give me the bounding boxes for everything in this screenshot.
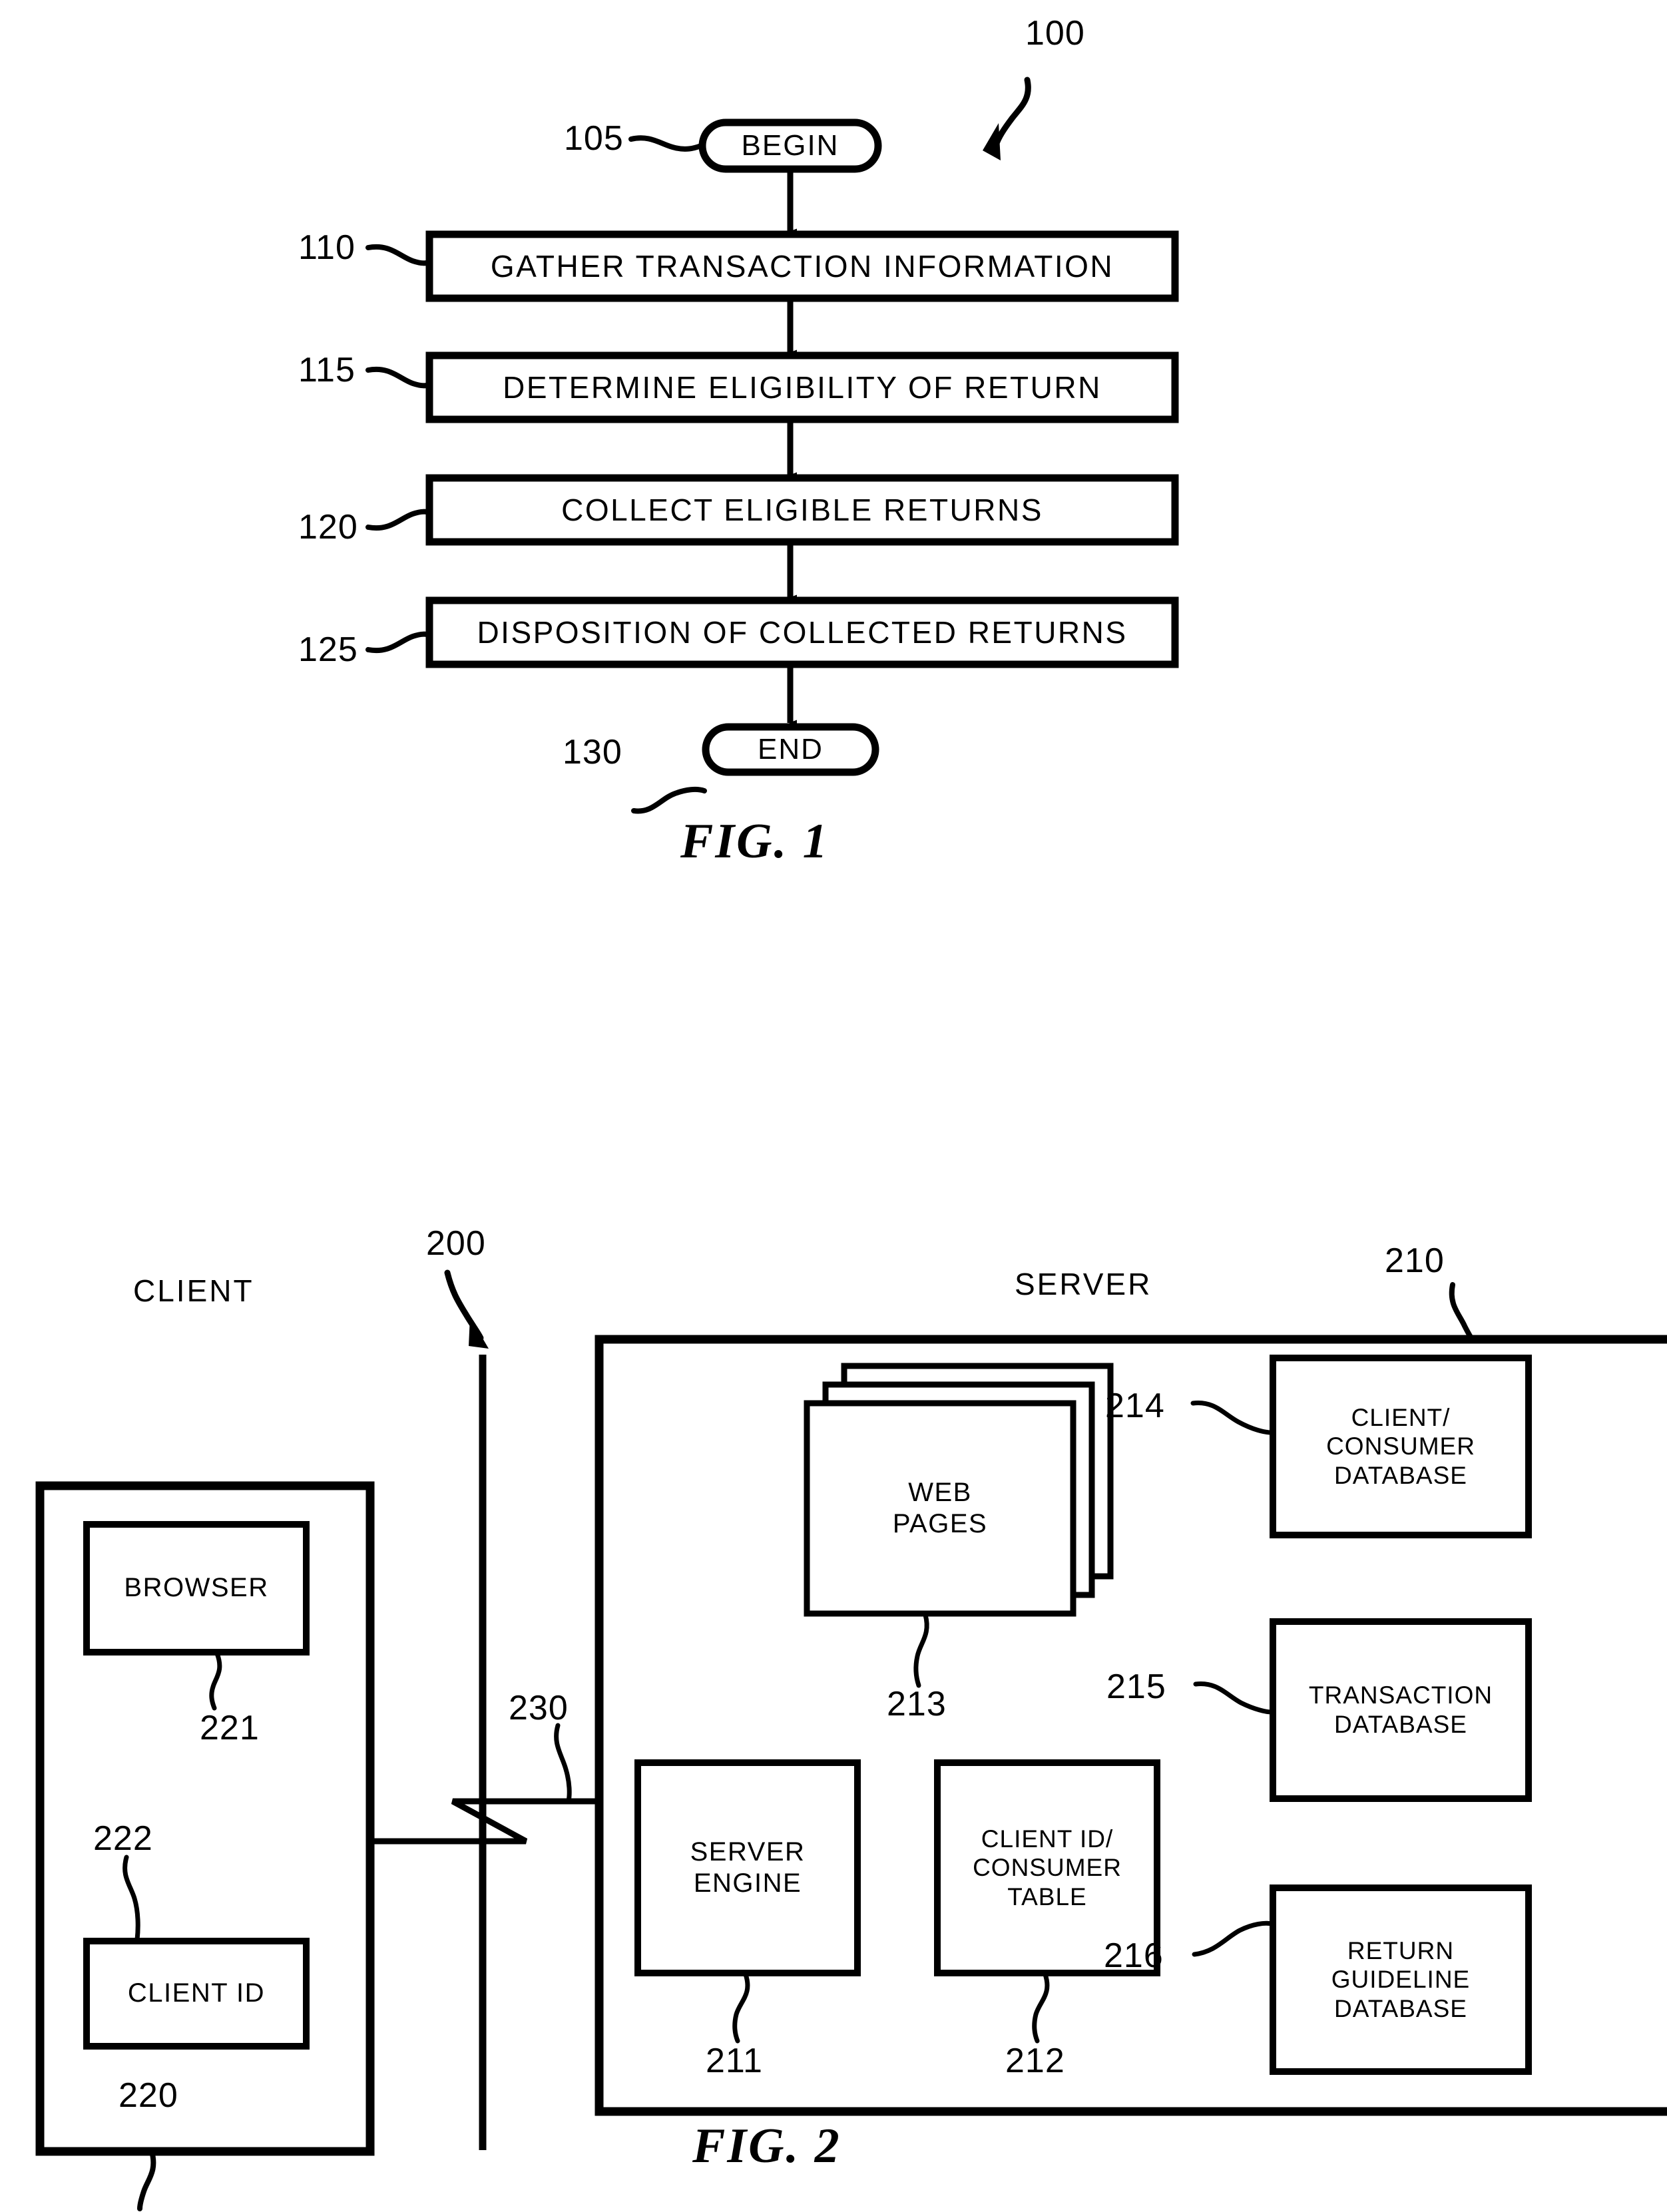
ref-number-120: 120: [298, 508, 358, 547]
lead-line-210: [1449, 1282, 1475, 1343]
client-section-title: CLIENT: [133, 1273, 254, 1308]
lead-line-120: [365, 509, 432, 531]
node-begin-shape: [698, 118, 882, 173]
ref-number-130: 130: [563, 733, 622, 772]
return-guideline-database-box: [1270, 1884, 1532, 2075]
figure-2-caption: FIG. 2: [692, 2119, 841, 2173]
figure-1-caption: FIG. 1: [680, 814, 830, 869]
lead-line-100: [993, 77, 1031, 148]
ref-number-210: 210: [1385, 1241, 1445, 1280]
lead-line-110: [365, 244, 432, 266]
ref-number-213: 213: [887, 1685, 947, 1723]
lead-line-230: [554, 1723, 572, 1804]
node-115-shape: [425, 351, 1179, 423]
ref-number-214: 214: [1105, 1387, 1165, 1425]
patent-drawing-sheet: 100 105 BEGIN 110 GATHER TRANSACTION INF…: [0, 0, 1667, 2212]
client-id-box: [83, 1938, 310, 2050]
figure-1-graphics: [365, 77, 1179, 814]
ref-number-222: 222: [93, 1819, 153, 1858]
ref-number-216: 216: [1104, 1936, 1164, 1975]
transaction-database-box: [1270, 1618, 1532, 1802]
ref-number-220: 220: [119, 2076, 178, 2115]
ref-number-115: 115: [298, 351, 356, 389]
lead-line-125: [365, 631, 432, 654]
ref-number-125: 125: [298, 630, 358, 669]
node-110-shape: [425, 230, 1179, 302]
ref-number-215: 215: [1106, 1667, 1166, 1706]
lead-line-220: [137, 2149, 156, 2211]
node-120-shape: [425, 474, 1179, 546]
server-section-title: SERVER: [1015, 1267, 1152, 1301]
ref-number-211: 211: [706, 2042, 763, 2080]
ref-number-200: 200: [426, 1224, 486, 1263]
web-pages-sheet-front: [804, 1400, 1076, 1617]
lead-arrowhead-200: [469, 1317, 489, 1349]
node-end-shape: [702, 723, 879, 776]
ref-number-212: 212: [1005, 2042, 1065, 2080]
server-engine-box: [634, 1759, 861, 1976]
lead-arrowhead-100: [983, 123, 1001, 160]
figure-2-graphics: [35, 1269, 1667, 2211]
node-125-shape: [425, 596, 1179, 668]
lead-line-130: [631, 786, 707, 814]
ref-number-100: 100: [1025, 14, 1085, 53]
ref-number-230: 230: [509, 1689, 569, 1727]
ref-number-221: 221: [200, 1709, 260, 1747]
network-zigzag-symbol: [451, 1798, 528, 1845]
client-consumer-database-box: [1270, 1355, 1532, 1538]
ref-number-105: 105: [564, 119, 624, 158]
drawing-vector-layer: [35, 77, 1667, 2211]
browser-box: [83, 1521, 310, 1656]
lead-line-105: [628, 135, 704, 152]
lead-line-115: [365, 366, 432, 389]
ref-number-110: 110: [298, 228, 356, 267]
